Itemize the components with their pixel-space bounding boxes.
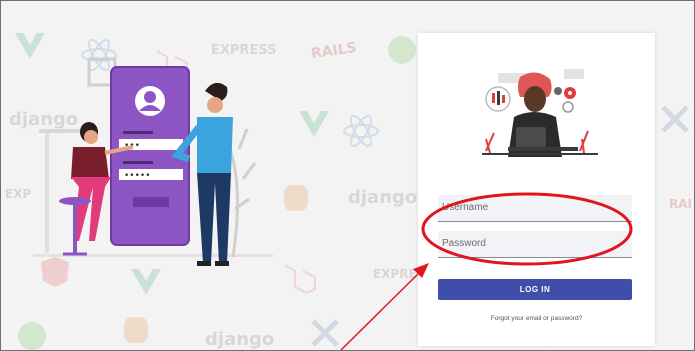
forgot-password-link[interactable]: Forgot your email or password? <box>418 315 655 322</box>
react-logo-icon <box>343 114 379 148</box>
bg-django-text: django <box>348 187 418 208</box>
username-placeholder: Username <box>442 202 489 213</box>
bg-express-text: EXP <box>5 187 32 201</box>
username-field[interactable]: Username <box>438 195 632 222</box>
spring-logo-icon <box>18 322 46 350</box>
ember-logo-icon <box>661 105 689 133</box>
login-card: Username Password LOG IN Forgot your ema… <box>418 33 655 346</box>
password-placeholder: Password <box>442 238 486 249</box>
bg-rails-text: RAI <box>669 197 692 211</box>
bg-django-text: django <box>205 329 275 350</box>
login-illustration: ••• ••••• <box>33 57 273 266</box>
password-field[interactable]: Password <box>438 231 632 258</box>
grunt-logo-icon <box>284 185 308 211</box>
login-button[interactable]: LOG IN <box>438 279 632 300</box>
spring-logo-icon <box>388 36 416 64</box>
support-agent-illustration <box>482 69 598 157</box>
screenshot-frame: EXPRESS RAILS django django django EXPRE… <box>0 0 695 351</box>
svg-text:•••••: ••••• <box>124 171 151 181</box>
vue-logo-icon <box>299 111 329 137</box>
laravel-logo-icon <box>284 264 316 293</box>
bg-rails-text: RAILS <box>310 39 358 63</box>
annotation-arrow-line <box>340 270 422 350</box>
grunt-logo-icon <box>124 317 148 343</box>
ember-logo-icon <box>311 319 339 347</box>
